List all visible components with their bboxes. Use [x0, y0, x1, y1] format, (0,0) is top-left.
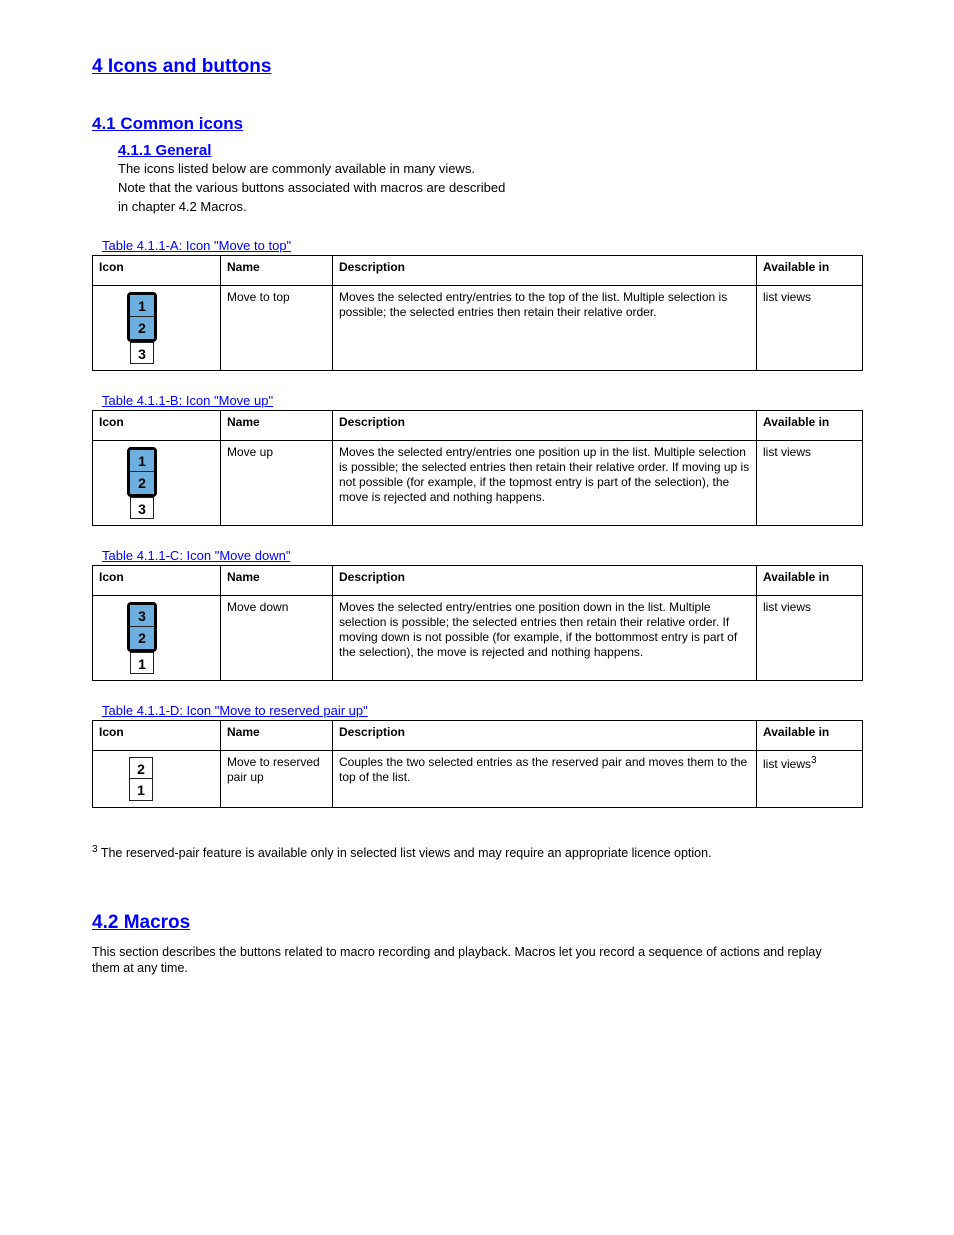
tables-container: Table 4.1.1-A: Icon "Move to top"IconNam… — [92, 238, 862, 808]
domino-trail-icon: 3 — [130, 342, 154, 364]
icon-table: IconNameDescriptionAvailable in 1 2 3 Mo… — [92, 255, 863, 371]
col-where-hdr: Available in — [757, 720, 863, 750]
table-row: 1 2 3 Move to topMoves the selected entr… — [93, 285, 863, 370]
cell-icon: 1 2 3 — [93, 440, 221, 525]
section-4-1-1[interactable]: 4.1.1 General — [118, 142, 862, 159]
footnote-text: The reserved-pair feature is available o… — [101, 846, 712, 860]
col-icon-hdr: Icon — [93, 565, 221, 595]
table-row: 1 2 3 Move upMoves the selected entry/en… — [93, 440, 863, 525]
heading-link[interactable]: 4 Icons and buttons — [92, 56, 271, 77]
cell-desc: Moves the selected entry/entries one pos… — [333, 440, 757, 525]
col-icon-hdr: Icon — [93, 255, 221, 285]
col-desc-hdr: Description — [333, 410, 757, 440]
domino-trail-icon: 1 — [130, 652, 154, 674]
cell-where: list views — [757, 595, 863, 680]
col-name-hdr: Name — [221, 410, 333, 440]
col-where-hdr: Available in — [757, 255, 863, 285]
table-caption: Table 4.1.1-C: Icon "Move down" — [102, 548, 862, 563]
section-4-2[interactable]: 4.2 Macros — [92, 912, 862, 934]
icon-table: IconNameDescriptionAvailable in 1 2 3 Mo… — [92, 410, 863, 526]
footnote-marker: 3 — [92, 844, 98, 855]
col-icon-hdr: Icon — [93, 410, 221, 440]
table-caption: Table 4.1.1-D: Icon "Move to reserved pa… — [102, 703, 862, 718]
domino-icon: 3 2 — [127, 602, 157, 652]
footnote: 3 The reserved-pair feature is available… — [92, 844, 862, 860]
icon-table: IconNameDescriptionAvailable in 2 1 Move… — [92, 720, 863, 808]
section-4-2-text: This section describes the buttons relat… — [92, 944, 852, 977]
section-4-1-1-text-2: Note that the various buttons associated… — [118, 180, 862, 197]
icon-table: IconNameDescriptionAvailable in 3 2 1 Mo… — [92, 565, 863, 681]
cell-desc: Couples the two selected entries as the … — [333, 750, 757, 807]
cell-name: Move to top — [221, 285, 333, 370]
section-4-1[interactable]: 4.1 Common icons — [92, 114, 862, 134]
cell-name: Move to reserved pair up — [221, 750, 333, 807]
table-caption: Table 4.1.1-A: Icon "Move to top" — [102, 238, 862, 253]
col-desc-hdr: Description — [333, 720, 757, 750]
section-4-1-1-text-3: in chapter 4.2 Macros. — [118, 199, 862, 216]
cell-icon: 1 2 3 — [93, 285, 221, 370]
col-name-hdr: Name — [221, 720, 333, 750]
section-4-1-1-text-1: The icons listed below are commonly avai… — [118, 161, 862, 178]
cell-name: Move down — [221, 595, 333, 680]
table-row: 2 1 Move to reserved pair upCouples the … — [93, 750, 863, 807]
cell-where: list views — [757, 285, 863, 370]
col-where-hdr: Available in — [757, 565, 863, 595]
domino-icon: 1 2 — [127, 292, 157, 342]
reserved-pair-icon: 2 1 — [129, 757, 153, 801]
col-desc-hdr: Description — [333, 255, 757, 285]
table-row: 3 2 1 Move downMoves the selected entry/… — [93, 595, 863, 680]
col-where-hdr: Available in — [757, 410, 863, 440]
cell-name: Move up — [221, 440, 333, 525]
cell-where: list views3 — [757, 750, 863, 807]
domino-trail-icon: 3 — [130, 497, 154, 519]
domino-icon: 1 2 — [127, 447, 157, 497]
col-name-hdr: Name — [221, 565, 333, 595]
col-icon-hdr: Icon — [93, 720, 221, 750]
cell-desc: Moves the selected entry/entries to the … — [333, 285, 757, 370]
col-desc-hdr: Description — [333, 565, 757, 595]
cell-icon: 3 2 1 — [93, 595, 221, 680]
col-name-hdr: Name — [221, 255, 333, 285]
table-caption: Table 4.1.1-B: Icon "Move up" — [102, 393, 862, 408]
page-title: 4 Icons and buttons — [92, 56, 862, 78]
cell-where: list views — [757, 440, 863, 525]
cell-icon: 2 1 — [93, 750, 221, 807]
cell-desc: Moves the selected entry/entries one pos… — [333, 595, 757, 680]
